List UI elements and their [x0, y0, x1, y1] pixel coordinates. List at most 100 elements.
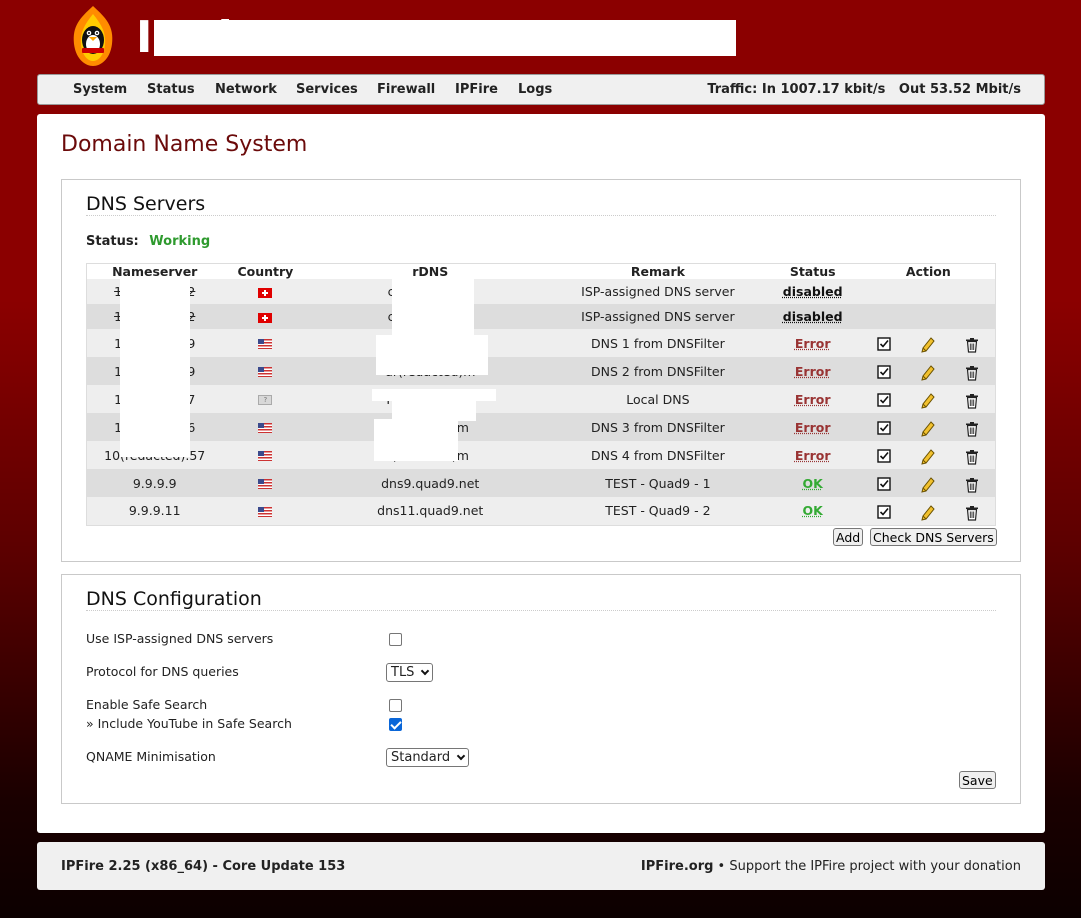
edit-pencil-icon[interactable]	[920, 393, 935, 409]
country-cell	[222, 413, 308, 441]
country-cell	[222, 357, 308, 385]
status-line: Status: Working	[86, 234, 210, 249]
add-button[interactable]: Add	[833, 528, 864, 546]
table-row: 1(redacted)9dr(redacted)mDNS 1 from DNSF…	[86, 329, 996, 357]
toggle-enable-icon[interactable]	[876, 365, 891, 379]
nav-firewall[interactable]: Firewall	[377, 82, 435, 97]
toggle-enable-icon[interactable]	[876, 421, 891, 435]
table-row: 1(redacted)7?P(redacted)chLocal DNSError	[86, 385, 996, 413]
check-dns-servers-button[interactable]: Check DNS Servers	[870, 528, 997, 546]
edit-pencil-icon[interactable]	[920, 337, 935, 353]
footer-support: IPFire.org • Support the IPFire project …	[641, 859, 1021, 874]
delete-trash-icon[interactable]	[965, 393, 979, 409]
edit-pencil-icon[interactable]	[920, 421, 935, 437]
table-row: 1(redacted)6(redacted)mDNS 3 from DNSFil…	[86, 413, 996, 441]
footer: IPFire 2.25 (x86_64) - Core Update 153 I…	[37, 842, 1045, 890]
country-cell	[222, 497, 308, 525]
status-badge: disabled	[782, 284, 843, 299]
table-row: 1(redacted)9dr(redacted)mDNS 2 from DNSF…	[86, 357, 996, 385]
flag-usa-icon	[258, 339, 273, 349]
toggle-enable-icon[interactable]	[876, 449, 891, 463]
edit-pencil-icon[interactable]	[920, 365, 935, 381]
footer-support-text: • Support the IPFire project with your d…	[713, 859, 1021, 874]
status-badge: OK	[802, 475, 823, 491]
dns-servers-heading: DNS Servers	[86, 193, 206, 215]
nav-logs[interactable]: Logs	[518, 82, 552, 97]
qname-value: Standard	[391, 750, 451, 765]
col-rdns: rDNS	[308, 263, 553, 279]
use-isp-label: Use ISP-assigned DNS servers	[86, 631, 274, 646]
remark-cell: TEST - Quad9 - 1	[605, 475, 711, 491]
youtube-label: » Include YouTube in Safe Search	[86, 716, 292, 731]
nav-status[interactable]: Status	[147, 82, 195, 97]
country-cell	[222, 469, 308, 497]
edit-pencil-icon[interactable]	[920, 449, 935, 465]
protocol-label: Protocol for DNS queries	[86, 664, 239, 679]
remark-cell: ISP-assigned DNS server	[581, 309, 735, 324]
status-badge: Error	[794, 447, 831, 463]
delete-trash-icon[interactable]	[965, 365, 979, 381]
nav-system[interactable]: System	[73, 82, 127, 97]
toggle-enable-icon[interactable]	[876, 337, 891, 351]
toggle-enable-icon[interactable]	[876, 477, 891, 491]
col-status: Status	[763, 263, 862, 279]
delete-trash-icon[interactable]	[965, 449, 979, 465]
dns-servers-table: Nameserver Country rDNS Remark Status Ac…	[86, 263, 996, 526]
flag-usa-icon	[258, 451, 273, 461]
toggle-enable-icon[interactable]	[876, 504, 891, 519]
remark-cell: TEST - Quad9 - 2	[605, 503, 711, 519]
col-action: Action	[861, 263, 996, 279]
flag-usa-icon	[258, 367, 273, 377]
protocol-select[interactable]: TLS	[386, 663, 434, 682]
delete-trash-icon[interactable]	[965, 337, 979, 353]
safe-search-checkbox[interactable]	[389, 699, 402, 712]
delete-trash-icon[interactable]	[965, 421, 979, 437]
table-row: 1(redacted)2cr(redacted)nISP-assigned DN…	[86, 279, 996, 304]
table-row: 9.9.9.11 dns11.quad9.net TEST - Quad9 - 2 O…	[86, 497, 996, 525]
nav-services[interactable]: Services	[296, 82, 358, 97]
flag-usa-icon	[258, 479, 273, 489]
toggle-enable-icon[interactable]	[876, 393, 891, 407]
flag-unknown-icon: ?	[258, 395, 273, 405]
status-cell: Error	[764, 357, 862, 385]
save-button[interactable]: Save	[959, 771, 996, 789]
remark-cell: DNS 3 from DNSFilter	[591, 419, 725, 435]
ipfire-logo[interactable]	[66, 4, 120, 68]
country-cell	[222, 304, 308, 329]
edit-pencil-icon[interactable]	[920, 477, 935, 493]
delete-trash-icon[interactable]	[965, 505, 979, 521]
table-row: 1(redacted)2cr(redacted)nISP-assigned DN…	[86, 304, 996, 329]
table-row: 9.9.9.9 dns9.quad9.net TEST - Quad9 - 1 OK	[86, 469, 996, 497]
edit-pencil-icon[interactable]	[920, 504, 935, 521]
use-isp-checkbox[interactable]	[389, 633, 402, 646]
status-cell: OK	[764, 497, 862, 525]
main-nav: System Status Network Services Firewall …	[37, 74, 1045, 105]
nav-network[interactable]: Network	[215, 82, 277, 97]
page-title: Domain Name System	[61, 132, 308, 157]
country-cell: ?	[222, 385, 308, 413]
status-badge: Error	[794, 391, 831, 407]
nav-ipfire[interactable]: IPFire	[455, 82, 498, 97]
qname-select[interactable]: Standard	[386, 748, 470, 767]
remark-cell: DNS 2 from DNSFilter	[591, 363, 725, 379]
redaction-rdns-5	[374, 419, 458, 461]
status-cell: Error	[764, 413, 862, 441]
country-cell	[222, 329, 308, 357]
table-row: 10(redacted).57(redacted)mDNS 4 from DNS…	[86, 441, 996, 469]
chevron-down-icon	[421, 666, 430, 676]
delete-trash-icon[interactable]	[965, 477, 979, 493]
qname-label: QNAME Minimisation	[86, 749, 216, 764]
footer-link[interactable]: IPFire.org	[641, 859, 714, 874]
remark-cell: DNS 1 from DNSFilter	[591, 335, 725, 351]
nameserver-cell: 9.9.9.9	[132, 475, 177, 491]
country-cell	[222, 279, 308, 304]
col-nameserver: Nameserver	[86, 263, 223, 279]
flag-switzerland-icon	[258, 287, 273, 298]
status-cell: Error	[764, 441, 862, 469]
status-cell: disabled	[764, 304, 862, 329]
chevron-down-icon	[456, 751, 466, 761]
status-cell: Error	[764, 329, 862, 357]
safe-search-label: Enable Safe Search	[86, 697, 208, 712]
status-badge: Error	[794, 335, 831, 351]
youtube-checkbox[interactable]	[389, 718, 402, 731]
